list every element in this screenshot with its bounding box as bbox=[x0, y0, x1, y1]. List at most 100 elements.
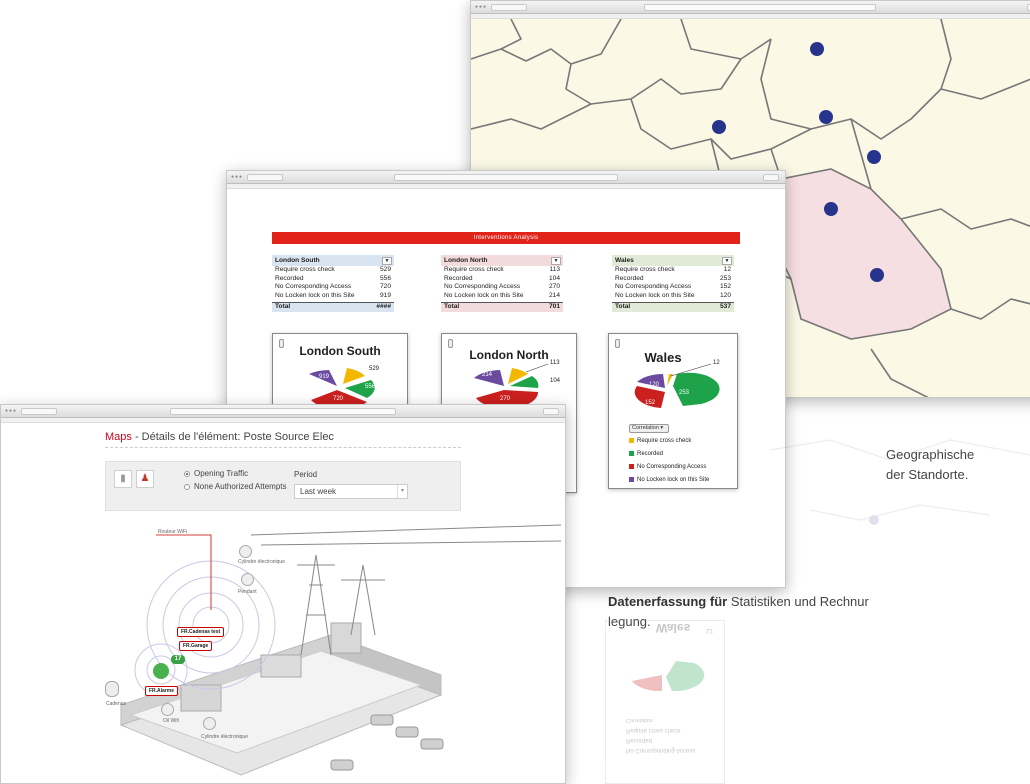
device-tag[interactable]: FR.Cadenas test bbox=[177, 627, 225, 637]
legend-label: Recorded bbox=[637, 451, 664, 457]
row-value: 214 bbox=[548, 292, 560, 300]
analysis-banner: Interventions Analysis bbox=[272, 232, 740, 244]
slice-label: 529 bbox=[369, 366, 380, 372]
chart-card-wales[interactable]: Wales 120 12 253 152 Correlation ▾ Requi… bbox=[608, 333, 738, 489]
title-section: Maps bbox=[105, 431, 132, 443]
legend-label: No Locken lock on this Site bbox=[637, 477, 710, 483]
device-tag[interactable]: FR.Garage bbox=[179, 641, 213, 651]
slice-label: 270 bbox=[500, 396, 511, 402]
total-label: Total bbox=[275, 302, 291, 310]
device-tag[interactable]: FR.Alarme bbox=[145, 686, 179, 696]
row-value: 120 bbox=[719, 292, 731, 300]
slice-label: 214 bbox=[482, 372, 493, 378]
cylinder-icon[interactable] bbox=[203, 717, 216, 730]
legend-item: No Corresponding Access bbox=[629, 464, 706, 470]
filter-dropdown-icon[interactable]: ▼ bbox=[382, 256, 392, 265]
filter-dropdown-icon[interactable]: ▼ bbox=[722, 256, 732, 265]
filter-dropdown-icon[interactable]: ▼ bbox=[551, 256, 561, 265]
window-titlebar[interactable]: ●●● bbox=[227, 171, 785, 184]
window-controls-icon[interactable]: ●●● bbox=[231, 175, 243, 180]
radio-opening-traffic[interactable]: Opening Traffic bbox=[184, 469, 248, 478]
oil-label: Oil Wifi bbox=[163, 718, 179, 724]
total-value: 701 bbox=[548, 302, 560, 310]
table-total: Total 701 bbox=[441, 301, 563, 312]
period-label: Period bbox=[294, 470, 318, 479]
row-value: 104 bbox=[548, 274, 560, 282]
table-header: London South ▼ bbox=[272, 255, 394, 266]
correlation-dropdown[interactable]: Correlation ▾ bbox=[629, 424, 669, 433]
data-bold: Datenerfassung für bbox=[608, 594, 728, 609]
row-label: No Locken lock on this Site bbox=[444, 292, 524, 300]
wifi-oil-icon[interactable] bbox=[161, 703, 174, 716]
nav-buttons[interactable] bbox=[247, 174, 283, 181]
slice-label: 12 bbox=[713, 360, 720, 366]
total-value: 537 bbox=[719, 302, 731, 310]
row-label: Recorded bbox=[275, 274, 304, 282]
table-wales: Wales ▼ Require cross check 12 Recorded 253… bbox=[612, 255, 734, 312]
row-value: 529 bbox=[379, 266, 391, 273]
row-label: Require cross check bbox=[275, 266, 335, 273]
slice-label: 152 bbox=[645, 400, 656, 406]
legend-label: No Corresponding Access bbox=[637, 464, 707, 470]
table-row: No Locken lock on this Site 214 bbox=[441, 292, 563, 301]
row-value: 152 bbox=[719, 283, 731, 291]
user-icon[interactable]: ♟ bbox=[136, 470, 154, 488]
radio-label: Opening Traffic bbox=[194, 469, 249, 478]
nav-buttons[interactable] bbox=[491, 4, 527, 11]
address-bar[interactable] bbox=[170, 408, 396, 415]
reflection-pie bbox=[632, 661, 705, 692]
table-row: Recorded 104 bbox=[441, 275, 563, 284]
toolbar-buttons[interactable] bbox=[763, 174, 779, 181]
address-bar[interactable] bbox=[644, 4, 876, 11]
row-value: 253 bbox=[719, 274, 731, 282]
alert-count-badge[interactable]: 17 bbox=[171, 655, 185, 664]
radio-label: None Authorized Attempts bbox=[194, 482, 287, 491]
maps-window: ●●● Maps - Détails de l'élément: Poste S… bbox=[0, 404, 566, 784]
site-illustration bbox=[119, 524, 562, 776]
padlock-icon[interactable] bbox=[105, 681, 119, 697]
table-row: No Locken lock on this Site 919 bbox=[272, 292, 394, 301]
table-row: Require cross check 12 bbox=[612, 266, 734, 275]
page-title: Maps - Détails de l'élément: Poste Sourc… bbox=[105, 431, 334, 443]
period-select[interactable]: Last week ▾ bbox=[294, 484, 408, 499]
window-controls-icon[interactable]: ●●● bbox=[5, 409, 17, 414]
cylinder-label: Cylindre électronique bbox=[201, 734, 248, 740]
address-bar[interactable] bbox=[394, 174, 618, 181]
radio-unselected-icon[interactable] bbox=[184, 484, 190, 490]
chevron-down-icon[interactable]: ▾ bbox=[397, 485, 407, 498]
row-value: 12 bbox=[723, 266, 731, 273]
toolbar-buttons[interactable] bbox=[543, 408, 559, 415]
radio-selected-icon[interactable] bbox=[184, 471, 190, 477]
total-label: Total bbox=[444, 302, 460, 310]
filter-panel: ▮ ♟ Opening Traffic None Authorized Atte… bbox=[105, 461, 461, 511]
slice-label: 556 bbox=[365, 384, 376, 390]
table-row: No Locken lock on this Site 120 bbox=[612, 292, 734, 301]
row-label: Recorded bbox=[444, 274, 473, 282]
bookmarks-bar bbox=[227, 184, 785, 189]
title-divider bbox=[105, 447, 461, 448]
slice-label: 104 bbox=[550, 378, 561, 384]
table-title: London North bbox=[444, 257, 488, 264]
lock-icon[interactable] bbox=[241, 573, 254, 586]
row-value: 720 bbox=[379, 283, 391, 291]
legend-item: Require cross check bbox=[629, 438, 691, 444]
cylinder-icon[interactable] bbox=[239, 545, 252, 558]
row-label: Require cross check bbox=[615, 266, 675, 273]
row-value: 113 bbox=[549, 266, 560, 273]
table-header: London North ▼ bbox=[441, 255, 563, 266]
row-label: Require cross check bbox=[444, 266, 504, 273]
row-label: No Locken lock on this Site bbox=[615, 292, 695, 300]
table-london-north: London North ▼ Require cross check 113 Rec… bbox=[441, 255, 563, 312]
row-label: No Corresponding Access bbox=[275, 283, 352, 291]
radio-unauthorized[interactable]: None Authorized Attempts bbox=[184, 482, 287, 491]
row-label: No Corresponding Access bbox=[444, 283, 521, 291]
window-titlebar[interactable]: ●●● bbox=[1, 405, 565, 418]
total-value: #### bbox=[376, 302, 391, 310]
padlock-label: Cadenas bbox=[106, 701, 127, 707]
device-icon[interactable]: ▮ bbox=[114, 470, 132, 488]
window-controls-icon[interactable]: ●●● bbox=[475, 5, 487, 10]
nav-buttons[interactable] bbox=[21, 408, 57, 415]
reflection-row: Recorded bbox=[626, 737, 653, 743]
window-titlebar[interactable]: ●●● bbox=[471, 1, 1030, 14]
table-row: Recorded 556 bbox=[272, 275, 394, 284]
